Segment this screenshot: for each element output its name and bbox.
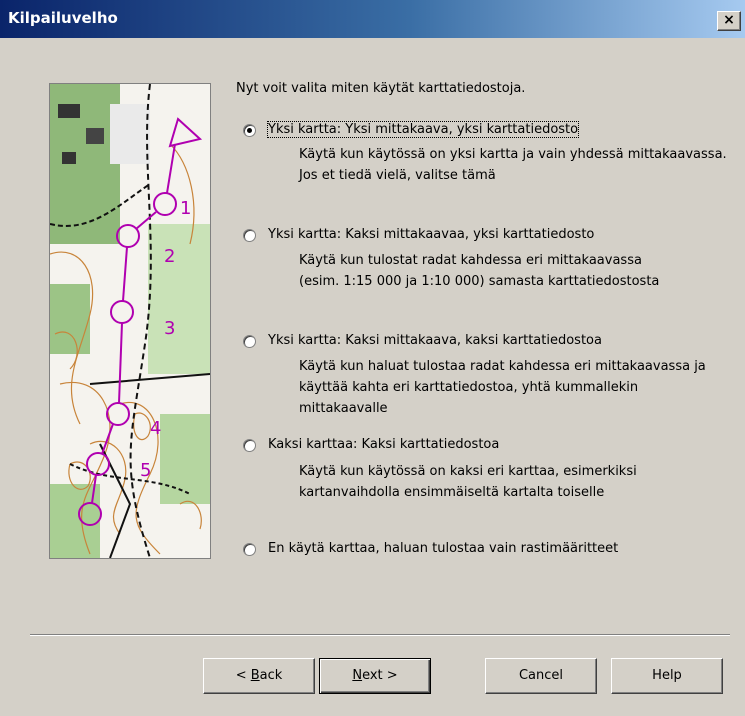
help-button[interactable]: Help bbox=[611, 658, 723, 694]
option-label[interactable]: Yksi kartta: Yksi mittakaava, yksi kartt… bbox=[266, 121, 580, 138]
next-button[interactable]: Next > bbox=[319, 658, 431, 694]
back-button-prefix: < bbox=[235, 668, 251, 683]
next-button-rest: ext > bbox=[362, 668, 398, 683]
back-button[interactable]: < Back bbox=[203, 658, 315, 694]
control-number-4: 4 bbox=[150, 418, 161, 439]
next-button-accel: N bbox=[352, 668, 363, 683]
orienteering-map-image: 1 2 3 4 5 bbox=[49, 83, 211, 559]
control-number-3: 3 bbox=[164, 318, 175, 339]
option-description: Käytä kun käytössä on yksi kartta ja vai… bbox=[299, 147, 727, 183]
option-description: Käytä kun tulostat radat kahdessa eri mi… bbox=[299, 253, 660, 289]
close-button[interactable]: × bbox=[717, 11, 741, 31]
radio-button-selected[interactable] bbox=[243, 124, 256, 137]
intro-text: Nyt voit valita miten käytät karttatiedo… bbox=[236, 81, 526, 96]
option-label[interactable]: Yksi kartta: Kaksi mittakaava, kaksi kar… bbox=[268, 333, 602, 348]
option-label[interactable]: Kaksi karttaa: Kaksi karttatiedostoa bbox=[268, 437, 499, 452]
control-number-2: 2 bbox=[164, 246, 175, 267]
option-label[interactable]: En käytä karttaa, haluan tulostaa vain r… bbox=[268, 541, 618, 556]
control-number-5: 5 bbox=[140, 460, 151, 481]
control-number-1: 1 bbox=[180, 198, 191, 219]
radio-button[interactable] bbox=[243, 335, 256, 348]
radio-button[interactable] bbox=[243, 439, 256, 452]
back-button-rest: ack bbox=[259, 668, 283, 683]
radio-button[interactable] bbox=[243, 229, 256, 242]
window-title: Kilpailuvelho bbox=[8, 9, 118, 27]
option-label[interactable]: Yksi kartta: Kaksi mittakaavaa, yksi kar… bbox=[268, 227, 594, 242]
separator bbox=[30, 634, 730, 636]
title-bar: Kilpailuvelho × bbox=[0, 0, 745, 38]
option-description: Käytä kun haluat tulostaa radat kahdessa… bbox=[299, 359, 706, 416]
help-button-label: Help bbox=[652, 668, 682, 683]
radio-button[interactable] bbox=[243, 543, 256, 556]
close-icon: × bbox=[723, 12, 735, 28]
cancel-button[interactable]: Cancel bbox=[485, 658, 597, 694]
option-description: Käytä kun käytössä on kaksi eri karttaa,… bbox=[299, 464, 637, 500]
cancel-button-label: Cancel bbox=[518, 668, 564, 683]
back-button-accel: B bbox=[250, 668, 260, 683]
